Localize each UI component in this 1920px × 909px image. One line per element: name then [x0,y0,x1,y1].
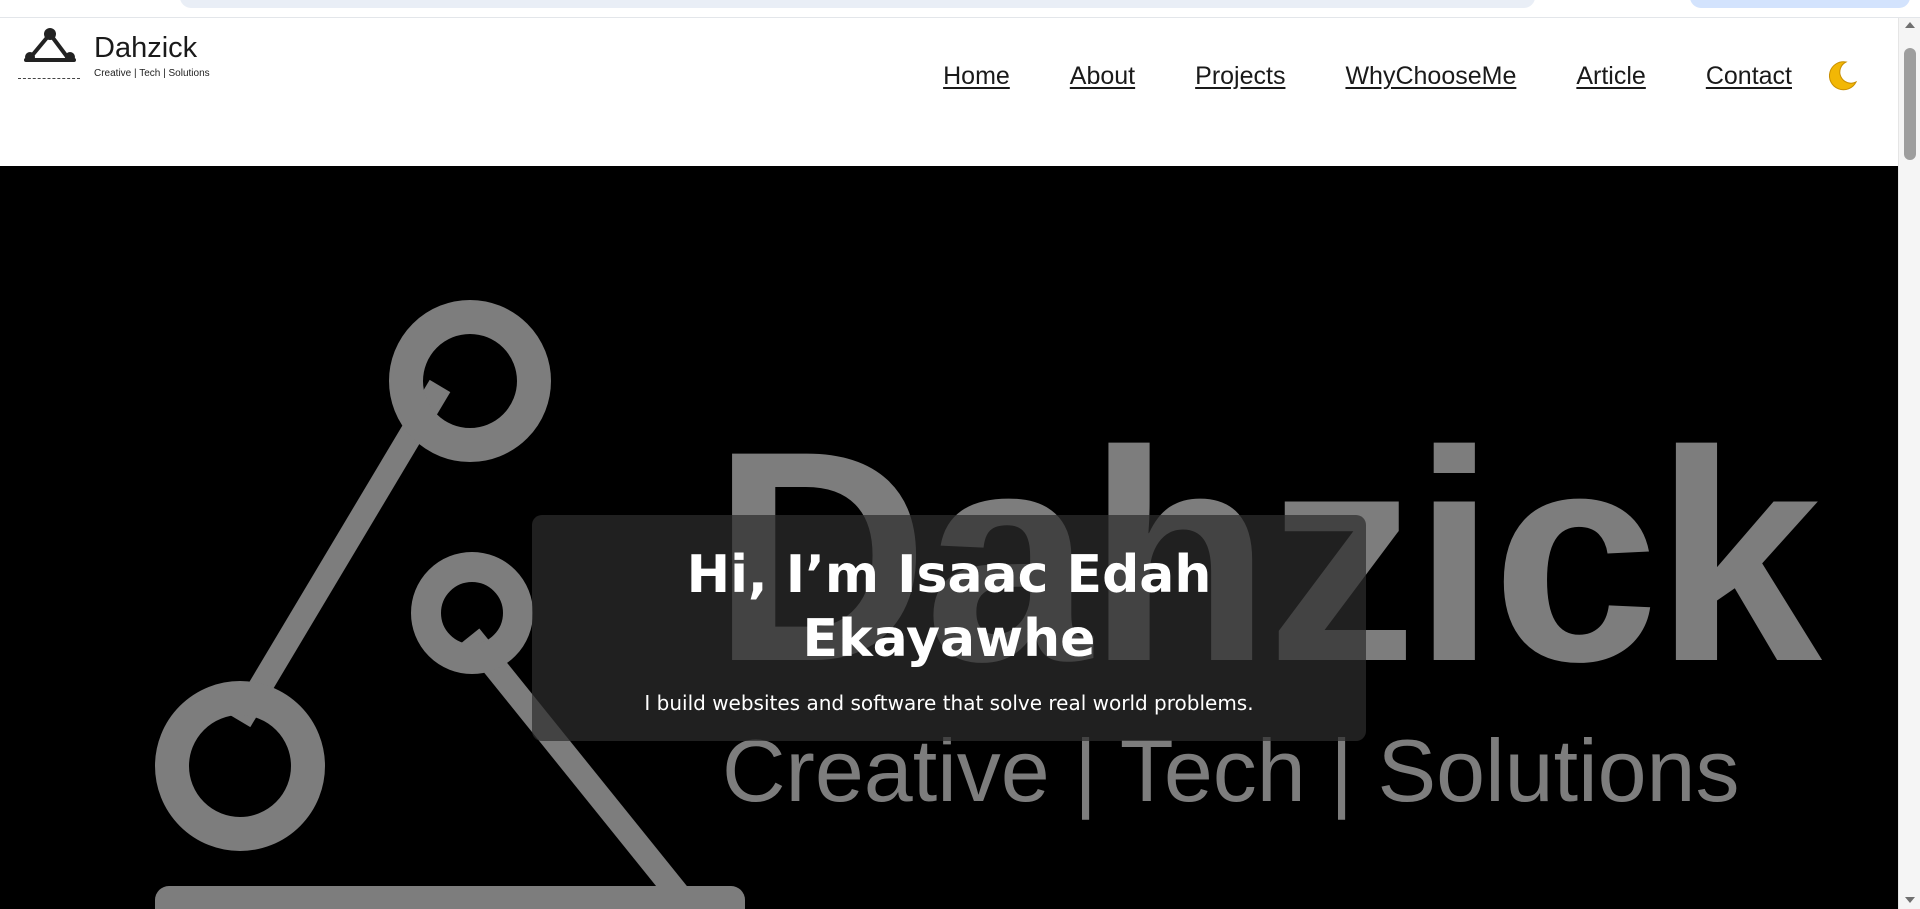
hero-title: Hi, I’m Isaac Edah Ekayawhe [686,545,1212,669]
page-viewport: Dahzick Creative | Tech | Solutions Home… [0,18,1898,909]
main-nav: Home About Projects WhyChooseMe Article … [943,62,1792,91]
site-header: Dahzick Creative | Tech | Solutions Home… [0,18,1898,166]
browser-chrome-strip [0,0,1920,18]
scroll-thumb[interactable] [1904,48,1916,160]
browser-action-pill[interactable] [1690,0,1910,8]
page-scrollbar[interactable] [1898,18,1920,909]
hero-intro-card: Hi, I’m Isaac Edah Ekayawhe I build webs… [532,515,1366,741]
address-bar[interactable] [180,0,1535,8]
moon-icon [1828,61,1858,91]
nav-about[interactable]: About [1070,62,1135,91]
nav-article[interactable]: Article [1576,62,1645,91]
nav-contact[interactable]: Contact [1706,62,1792,91]
brand-logo-icon [18,24,80,84]
brand-divider [18,78,80,79]
nav-projects[interactable]: Projects [1195,62,1285,91]
scroll-up-arrow-icon[interactable] [1905,22,1915,28]
scroll-down-arrow-icon[interactable] [1905,897,1915,903]
nav-why-choose-me[interactable]: WhyChooseMe [1345,62,1516,91]
brand-name: Dahzick [94,32,198,64]
theme-toggle-button[interactable] [1824,58,1860,94]
nav-home[interactable]: Home [943,62,1010,91]
hero-section: Dahzick Creative | Tech | Solutions Hi, … [0,166,1898,909]
brand[interactable]: Dahzick Creative | Tech | Solutions [18,24,210,84]
hero-subtitle: I build websites and software that solve… [644,691,1254,715]
brand-tagline: Creative | Tech | Solutions [94,68,210,79]
